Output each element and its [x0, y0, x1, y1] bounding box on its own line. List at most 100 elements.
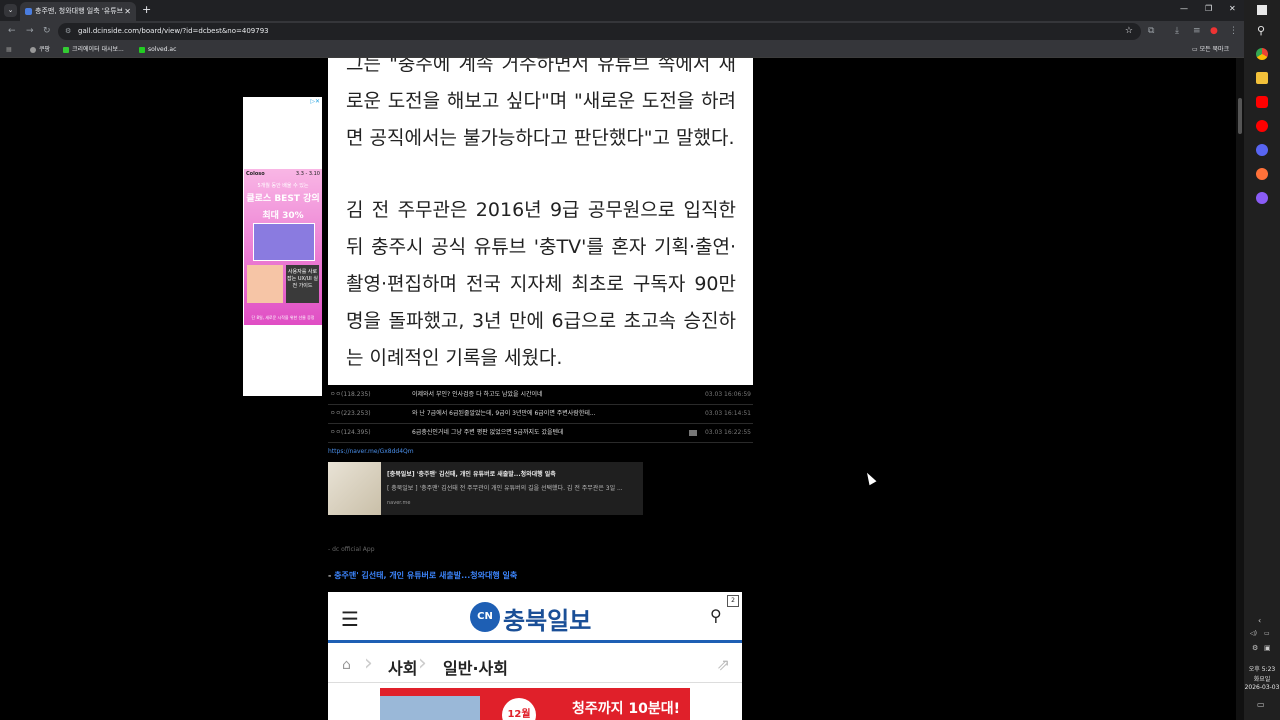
side-ad[interactable]: ▷✕ Coloso 3.3 - 3.10 5개월 동안 배울 수 있는 클로스 … — [243, 97, 322, 396]
notification-icon[interactable]: ▭ — [1257, 700, 1265, 709]
taskbar-time[interactable]: 오후 5:23 — [1244, 664, 1280, 673]
dc-favicon-icon — [25, 8, 32, 15]
tab-bar: ⌄ 충주맨, 청와대행 일축 '유튜브 ✕ + — ❐ ✕ — [0, 0, 1244, 21]
comment-row[interactable]: ㅇㅇ(223.253) 와 난 7급에서 6급된줄알았는데, 9급이 3년만에 … — [328, 405, 753, 424]
extensions-icon[interactable]: ⧉ — [1148, 26, 1154, 36]
comment-nick[interactable]: ㅇㅇ(118.235) — [330, 386, 371, 404]
comment-time: 03.03 16:22:55 — [704, 429, 751, 436]
comment-text: 이제와서 부인? 인사검증 다 하고도 남았을 시간이네 — [412, 391, 543, 398]
comment-nick[interactable]: ㅇㅇ(124.395) — [330, 424, 371, 442]
preview-title: [충북일보] '충주맨' 김선태, 개인 유튜버로 새출발...청와대행 일축 — [387, 471, 556, 478]
mouse-cursor-icon — [863, 470, 877, 486]
link-preview-card[interactable]: [충북일보] '충주맨' 김선태, 개인 유튜버로 새출발...청와대행 일축 … — [328, 462, 643, 515]
header-divider — [328, 640, 742, 643]
ime-icon[interactable]: ▣ — [1264, 644, 1271, 652]
chrome-icon[interactable] — [1256, 48, 1268, 60]
minimize-icon[interactable]: — — [1180, 4, 1188, 13]
browser-toolbar: ← → ↻ ⚙ gall.dcinside.com/board/view/?id… — [0, 21, 1244, 42]
site-info-icon[interactable]: ⚙ — [65, 23, 71, 40]
ad-date: 3.3 - 3.10 — [295, 171, 320, 177]
folder-icon: ▭ — [1192, 46, 1200, 53]
naver-link[interactable]: https://naver.me/Gx8dd4Qm — [328, 448, 414, 455]
comment-text: 6급충신인거네 그냥 주변 평판 없었으면 5급까지도 갔을텐데 — [412, 429, 564, 436]
firefox-icon[interactable] — [1256, 168, 1268, 180]
breadcrumb-subcategory: 일반·사회 — [443, 659, 508, 678]
ad-headline: 클로스 BEST 강의 — [246, 194, 320, 204]
preview-thumbnail — [328, 462, 381, 515]
creator-icon — [63, 46, 69, 53]
adchoices-icon[interactable]: ▷✕ — [310, 98, 320, 105]
coupang-icon — [30, 46, 36, 53]
discord-icon[interactable] — [1256, 144, 1268, 156]
taskbar-day[interactable]: 화요일 — [1244, 674, 1280, 683]
taskbar-date[interactable]: 2026-03-03 — [1244, 684, 1280, 691]
volume-icon[interactable]: ◁) — [1250, 630, 1257, 637]
search-icon[interactable]: ⚲ — [1257, 24, 1265, 37]
comment-nick[interactable]: ㅇㅇ(223.253) — [330, 405, 371, 423]
page-viewport[interactable]: ▷✕ Coloso 3.3 - 3.10 5개월 동안 배울 수 있는 클로스 … — [0, 58, 1244, 720]
ad-sub: 5개월 동안 배울 수 있는 — [257, 183, 309, 189]
ad-text: 청주까지 10분대! — [572, 701, 681, 717]
bookmark-coupang[interactable]: 쿠팡 — [30, 42, 50, 57]
all-bookmarks[interactable]: ▭ 모든 북마크 — [1192, 42, 1229, 57]
share-icon: ⇗ — [716, 655, 730, 674]
restore-icon[interactable]: ❐ — [1205, 4, 1212, 13]
ad-brand: Coloso — [246, 171, 265, 177]
windows-taskbar: ⚲ ‹ ◁) ▭ ⚙ ▣ 오후 5:23 화요일 2026-03-03 ▭ — [1244, 0, 1280, 720]
download-icon[interactable]: ⤓ — [1175, 26, 1179, 36]
youtube-icon[interactable] — [1256, 96, 1268, 108]
bookmark-creator-dashboard[interactable]: 크리에이터 대시보... — [63, 42, 124, 57]
youtube-music-icon[interactable] — [1256, 120, 1268, 132]
count-badge: 2 — [727, 595, 739, 607]
article-paragraph: 그는 "충주에 계속 거주하면서 유튜브 쪽에서 새로운 도전을 해보고 싶다"… — [346, 58, 736, 149]
bookmark-label: solved.ac — [148, 46, 177, 53]
apps-icon[interactable]: ▦ — [6, 42, 12, 57]
address-bar[interactable]: ⚙ gall.dcinside.com/board/view/?id=dcbes… — [58, 23, 1141, 40]
news-screenshot: ☰ CN 충북일보 2 ⚲ ⌂ › 사회 › 일반·사회 ⇗ 12월 청주까지 … — [328, 592, 742, 720]
ad-foot: 단 8일, 새로운 시작을 위한 선물 증정 — [251, 315, 315, 320]
coloso-ad-banner[interactable]: Coloso 3.3 - 3.10 5개월 동안 배울 수 있는 클로스 BES… — [244, 169, 322, 325]
ad-card-portrait — [247, 265, 283, 303]
windows-start-icon[interactable] — [1257, 5, 1267, 15]
home-icon: ⌂ — [342, 657, 351, 673]
ad-card-illustration — [253, 223, 315, 261]
comment-row[interactable]: ㅇㅇ(118.235) 이제와서 부인? 인사검증 다 하고도 남았을 시간이네… — [328, 386, 753, 405]
comment-row[interactable]: ㅇㅇ(124.395) 6급충신인거네 그냥 주변 평판 없었으면 5급까지도 … — [328, 424, 753, 443]
bookmark-solved-ac[interactable]: solved.ac — [139, 42, 176, 57]
file-explorer-icon[interactable] — [1256, 72, 1268, 84]
tab-close-icon[interactable]: ✕ — [124, 2, 131, 21]
forward-icon[interactable]: → — [26, 26, 34, 36]
settings-icon[interactable]: ⚙ — [1252, 644, 1258, 652]
ad-month: 12월 — [502, 698, 536, 720]
bookmark-star-icon[interactable]: ☆ — [1125, 23, 1133, 40]
breadcrumb-category: 사회 — [388, 659, 418, 678]
network-icon[interactable]: ▭ — [1264, 630, 1270, 637]
headline-text: 충주맨' 김선태, 개인 유튜버로 새출발...청와대행 일축 — [334, 571, 518, 580]
profile-icon[interactable]: ● — [1210, 26, 1218, 36]
menu-icon[interactable]: ⋮ — [1229, 26, 1238, 36]
newspaper-name: 충북일보 — [503, 607, 592, 635]
comment-list: ㅇㅇ(118.235) 이제와서 부인? 인사검증 다 하고도 남았을 시간이네… — [328, 386, 753, 443]
reply-icon[interactable] — [689, 430, 697, 436]
bookmarks-bar: ▦ 쿠팡 크리에이터 대시보... solved.ac ▭ 모든 북마크 — [0, 42, 1244, 58]
ad-building-image — [380, 696, 480, 720]
close-window-icon[interactable]: ✕ — [1229, 4, 1236, 13]
page-scrollbar[interactable] — [1236, 58, 1244, 720]
tab-title: 충주맨, 청와대행 일축 '유튜브 — [35, 7, 124, 15]
comment-time: 03.03 16:06:59 — [704, 391, 751, 398]
scrollbar-thumb[interactable] — [1238, 98, 1242, 134]
article-body: 그는 "충주에 계속 거주하면서 유튜브 쪽에서 새로운 도전을 해보고 싶다"… — [328, 58, 753, 385]
new-tab-button[interactable]: + — [142, 3, 151, 16]
tab-search-button[interactable]: ⌄ — [4, 4, 17, 17]
back-icon[interactable]: ← — [8, 26, 16, 36]
chevron-left-icon[interactable]: ‹ — [1258, 616, 1261, 625]
chevron-right-icon: › — [418, 651, 427, 676]
preview-domain: naver.me — [387, 500, 411, 506]
messenger-icon[interactable] — [1256, 192, 1268, 204]
chevron-right-icon: › — [364, 651, 373, 676]
tab-active[interactable]: 충주맨, 청와대행 일축 '유튜브 ✕ — [20, 2, 136, 21]
bookmark-label: 쿠팡 — [39, 46, 51, 53]
news-headline-link[interactable]: - 충주맨' 김선태, 개인 유튜버로 새출발...청와대행 일축 — [328, 570, 517, 581]
reload-icon[interactable]: ↻ — [43, 26, 51, 36]
media-icon[interactable]: ≡ — [1193, 26, 1201, 36]
